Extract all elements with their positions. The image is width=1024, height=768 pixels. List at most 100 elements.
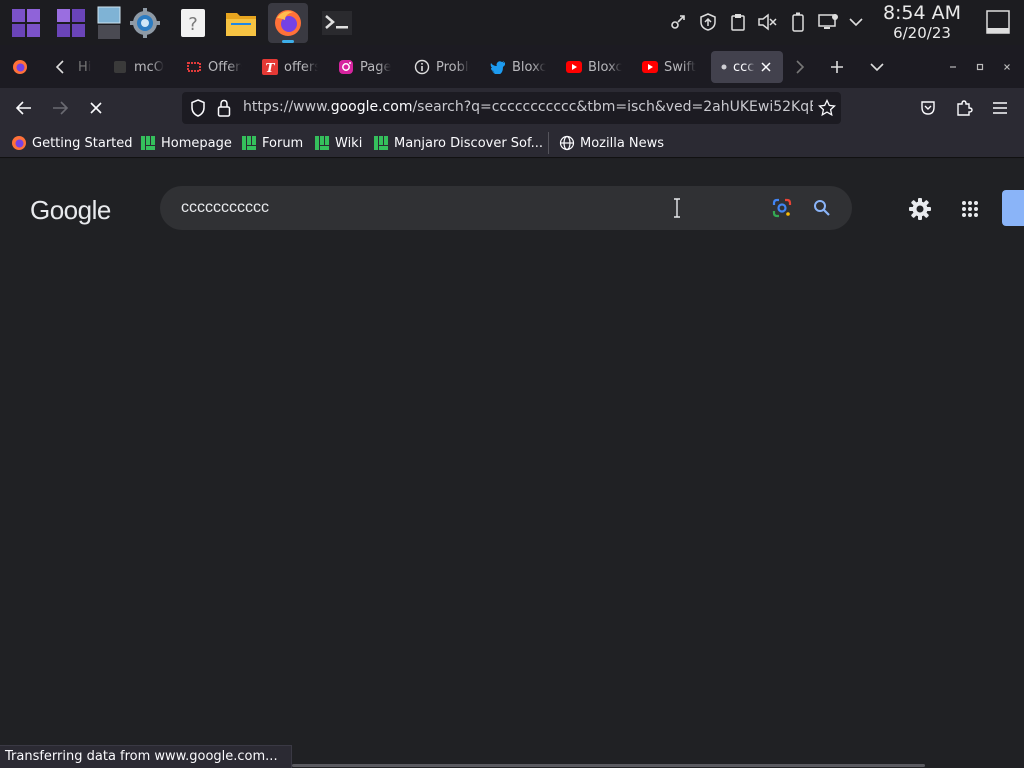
kdeconnect-icon[interactable] [668,12,688,32]
tabs-scroll-left-icon[interactable] [46,53,74,81]
clipboard-icon[interactable] [728,12,748,32]
tab[interactable]: Page [338,51,394,83]
tab-title: offers [284,59,318,75]
volume-muted-icon[interactable] [757,12,777,32]
firefox-icon[interactable] [268,3,308,43]
clock-date: 6/20/23 [893,24,951,42]
tab-title: Offers [208,59,242,75]
stop-loading-button[interactable] [82,94,110,122]
google-apps-grid-icon[interactable] [958,197,982,221]
tab-title: Swift [664,59,696,75]
tab[interactable]: Swift [642,51,698,83]
search-input[interactable]: ccccccccccc [181,199,269,217]
bookmark-star-icon[interactable] [818,99,836,117]
bookmark-getting-started[interactable]: Getting Started [11,133,133,153]
maximize-window-icon[interactable] [966,53,994,81]
offers-favicon-icon [186,59,202,75]
minimize-window-icon[interactable] [939,53,967,81]
bookmark-label: Manjaro Discover Sof... [394,135,544,151]
tab-title: mcO [134,59,165,75]
firefox-view-icon[interactable] [6,53,34,81]
bookmark-mozilla-news[interactable]: Mozilla News [559,133,664,153]
bookmark-label: Getting Started [32,135,133,151]
close-window-icon[interactable] [993,53,1021,81]
display-config-icon[interactable] [818,12,838,32]
list-all-tabs-icon[interactable] [863,53,891,81]
window-preview-icon[interactable] [86,3,126,43]
url-text[interactable]: https://www.google.com/search?q=cccccccc… [243,99,813,115]
extensions-puzzle-icon[interactable] [950,94,978,122]
update-icon[interactable] [698,12,718,32]
tab[interactable]: T offers [262,51,318,83]
tab[interactable]: Offers [186,51,242,83]
app-menu-hamburger-icon[interactable] [986,94,1014,122]
manjaro-icon [373,135,389,151]
tab-strip: Hi mcO Offers T offers Page Problem Blox… [0,45,1024,88]
tab[interactable]: Hi [78,51,108,83]
url-prefix: https://www. [243,99,331,115]
clock[interactable]: 8:54 AM 6/20/23 [876,2,968,43]
bookmark-label: Wiki [335,135,363,151]
forward-button[interactable] [46,94,74,122]
help-icon[interactable]: ? [173,3,213,43]
tab[interactable]: mcO [112,51,174,83]
battery-icon[interactable] [788,12,808,32]
instagram-icon [338,59,354,75]
terminal-icon[interactable] [317,3,357,43]
tab[interactable]: Bloxc [490,51,546,83]
bookmark-homepage[interactable]: Homepage [140,133,232,153]
youtube-icon [642,59,658,75]
pocket-icon[interactable] [914,94,942,122]
search-box[interactable]: ccccccccccc [160,186,852,230]
sign-in-button[interactable] [1002,190,1024,226]
application-launcher-icon[interactable] [6,3,46,43]
youtube-icon [566,59,582,75]
bookmark-forum[interactable]: Forum [241,133,303,153]
tracking-protection-shield-icon[interactable] [189,99,207,117]
tab-title: Problem [436,59,470,75]
tray-expand-chevron-icon[interactable] [846,12,866,32]
google-lens-icon[interactable] [771,197,793,219]
close-tab-icon[interactable] [761,62,771,72]
new-tab-icon[interactable] [823,53,851,81]
bookmark-manjaro-discover[interactable]: Manjaro Discover Sof... [373,133,543,153]
back-button[interactable] [10,94,38,122]
bookmark-wiki[interactable]: Wiki [314,133,362,153]
tab[interactable]: Problem [414,51,470,83]
tab-title: Page [360,59,392,75]
status-bar: Transferring data from www.google.com... [0,745,292,768]
lock-icon[interactable] [216,99,232,117]
clock-time: 8:54 AM [882,2,962,24]
system-settings-icon[interactable] [125,3,165,43]
search-icon[interactable] [811,197,833,219]
manjaro-icon [140,135,156,151]
text-cursor-icon [670,197,684,219]
google-logo[interactable]: Google [30,195,111,226]
manjaro-icon [314,135,330,151]
url-domain: google.com [330,99,413,115]
tab-title: ccc [733,59,755,75]
loading-dot-icon [719,59,729,75]
info-icon [414,59,430,75]
file-manager-icon[interactable] [221,3,261,43]
settings-gear-icon[interactable] [907,196,933,222]
tab[interactable]: Bloxc [566,51,622,83]
url-bar[interactable]: https://www.google.com/search?q=cccccccc… [182,92,841,124]
dark-favicon-icon [112,59,128,75]
bookmark-label: Mozilla News [580,135,665,151]
bookmarks-separator [548,132,549,154]
navigation-toolbar: https://www.google.com/search?q=cccccccc… [0,88,1024,128]
firefox-icon [11,135,27,151]
horizontal-scrollbar[interactable] [292,764,925,767]
tab-title: Bloxc [512,59,546,75]
show-desktop-icon[interactable] [986,10,1010,34]
tabs-scroll-right-icon[interactable] [786,53,814,81]
twitter-icon [490,59,506,75]
bookmark-label: Homepage [161,135,232,151]
manjaro-icon [241,135,257,151]
tab-active[interactable]: ccc [711,51,783,83]
taskbar: ? 8:54 AM 6/20/23 [0,0,1024,45]
pager-icon[interactable] [51,3,91,43]
globe-icon [559,135,575,151]
web-page-content: Google ccccccccccc [0,159,1024,768]
